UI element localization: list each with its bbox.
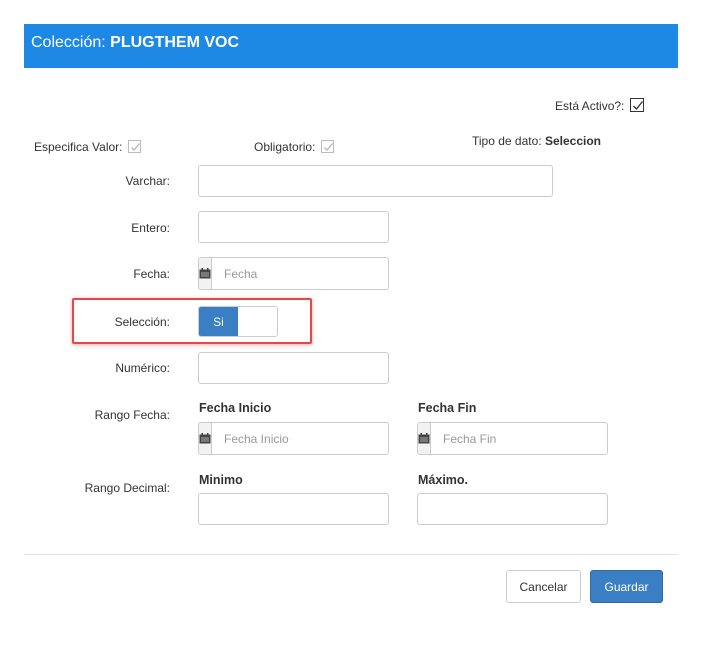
fecha-inicio-input[interactable] bbox=[212, 423, 391, 454]
tipo-dato-label: Tipo de dato: bbox=[472, 134, 542, 148]
fecha-inicio-group bbox=[198, 422, 391, 455]
obligatorio-label: Obligatorio: bbox=[254, 140, 316, 154]
footer-divider bbox=[24, 554, 678, 555]
rango-fecha-label: Rango Fecha: bbox=[94, 408, 170, 422]
maximo-heading: Máximo. bbox=[418, 473, 469, 487]
entero-label: Entero: bbox=[131, 221, 170, 235]
activo-group: Está Activo?: bbox=[555, 98, 644, 113]
minimo-input[interactable] bbox=[198, 493, 389, 525]
modal-header: Colección: PLUGTHEM VOC bbox=[24, 24, 678, 68]
activo-checkbox[interactable] bbox=[629, 98, 644, 112]
fecha-fin-input[interactable] bbox=[431, 423, 610, 454]
entero-input[interactable] bbox=[198, 211, 389, 243]
cancel-button[interactable]: Cancelar bbox=[506, 570, 581, 603]
varchar-input[interactable] bbox=[198, 165, 553, 197]
fecha-fin-heading: Fecha Fin bbox=[418, 401, 477, 415]
checkmark-icon bbox=[130, 143, 140, 151]
rango-decimal-label: Rango Decimal: bbox=[84, 481, 170, 495]
obligatorio-checkbox[interactable] bbox=[320, 140, 334, 153]
checkmark-icon bbox=[632, 101, 643, 111]
fecha-input[interactable] bbox=[212, 258, 391, 289]
tipo-dato-value: Seleccion bbox=[544, 134, 601, 148]
highlight-box bbox=[72, 298, 312, 344]
especifica-valor-checkbox[interactable] bbox=[127, 140, 141, 153]
numerico-label: Numérico: bbox=[115, 361, 170, 375]
activo-label: Está Activo?: bbox=[555, 99, 625, 113]
fecha-inicio-heading: Fecha Inicio bbox=[199, 401, 272, 415]
save-button[interactable]: Guardar bbox=[590, 570, 663, 603]
collection-name: PLUGTHEM VOC bbox=[110, 34, 240, 51]
especifica-valor-label: Especifica Valor: bbox=[34, 140, 123, 154]
calendar-icon[interactable] bbox=[199, 423, 212, 454]
numerico-input[interactable] bbox=[198, 352, 389, 384]
minimo-heading: Minimo bbox=[199, 473, 243, 487]
obligatorio-group: Obligatorio: bbox=[254, 140, 334, 154]
header-prefix: Colección: bbox=[31, 34, 106, 51]
fecha-date-group bbox=[198, 257, 391, 290]
varchar-label: Varchar: bbox=[125, 174, 170, 188]
maximo-input[interactable] bbox=[417, 493, 608, 525]
fecha-fin-group bbox=[417, 422, 610, 455]
calendar-icon[interactable] bbox=[199, 258, 212, 289]
checkmark-icon bbox=[323, 143, 333, 151]
calendar-icon[interactable] bbox=[418, 423, 431, 454]
tipo-dato-group: Tipo de dato: Seleccion bbox=[472, 134, 601, 148]
fecha-label: Fecha: bbox=[133, 267, 170, 281]
especifica-valor-group: Especifica Valor: bbox=[34, 140, 141, 154]
